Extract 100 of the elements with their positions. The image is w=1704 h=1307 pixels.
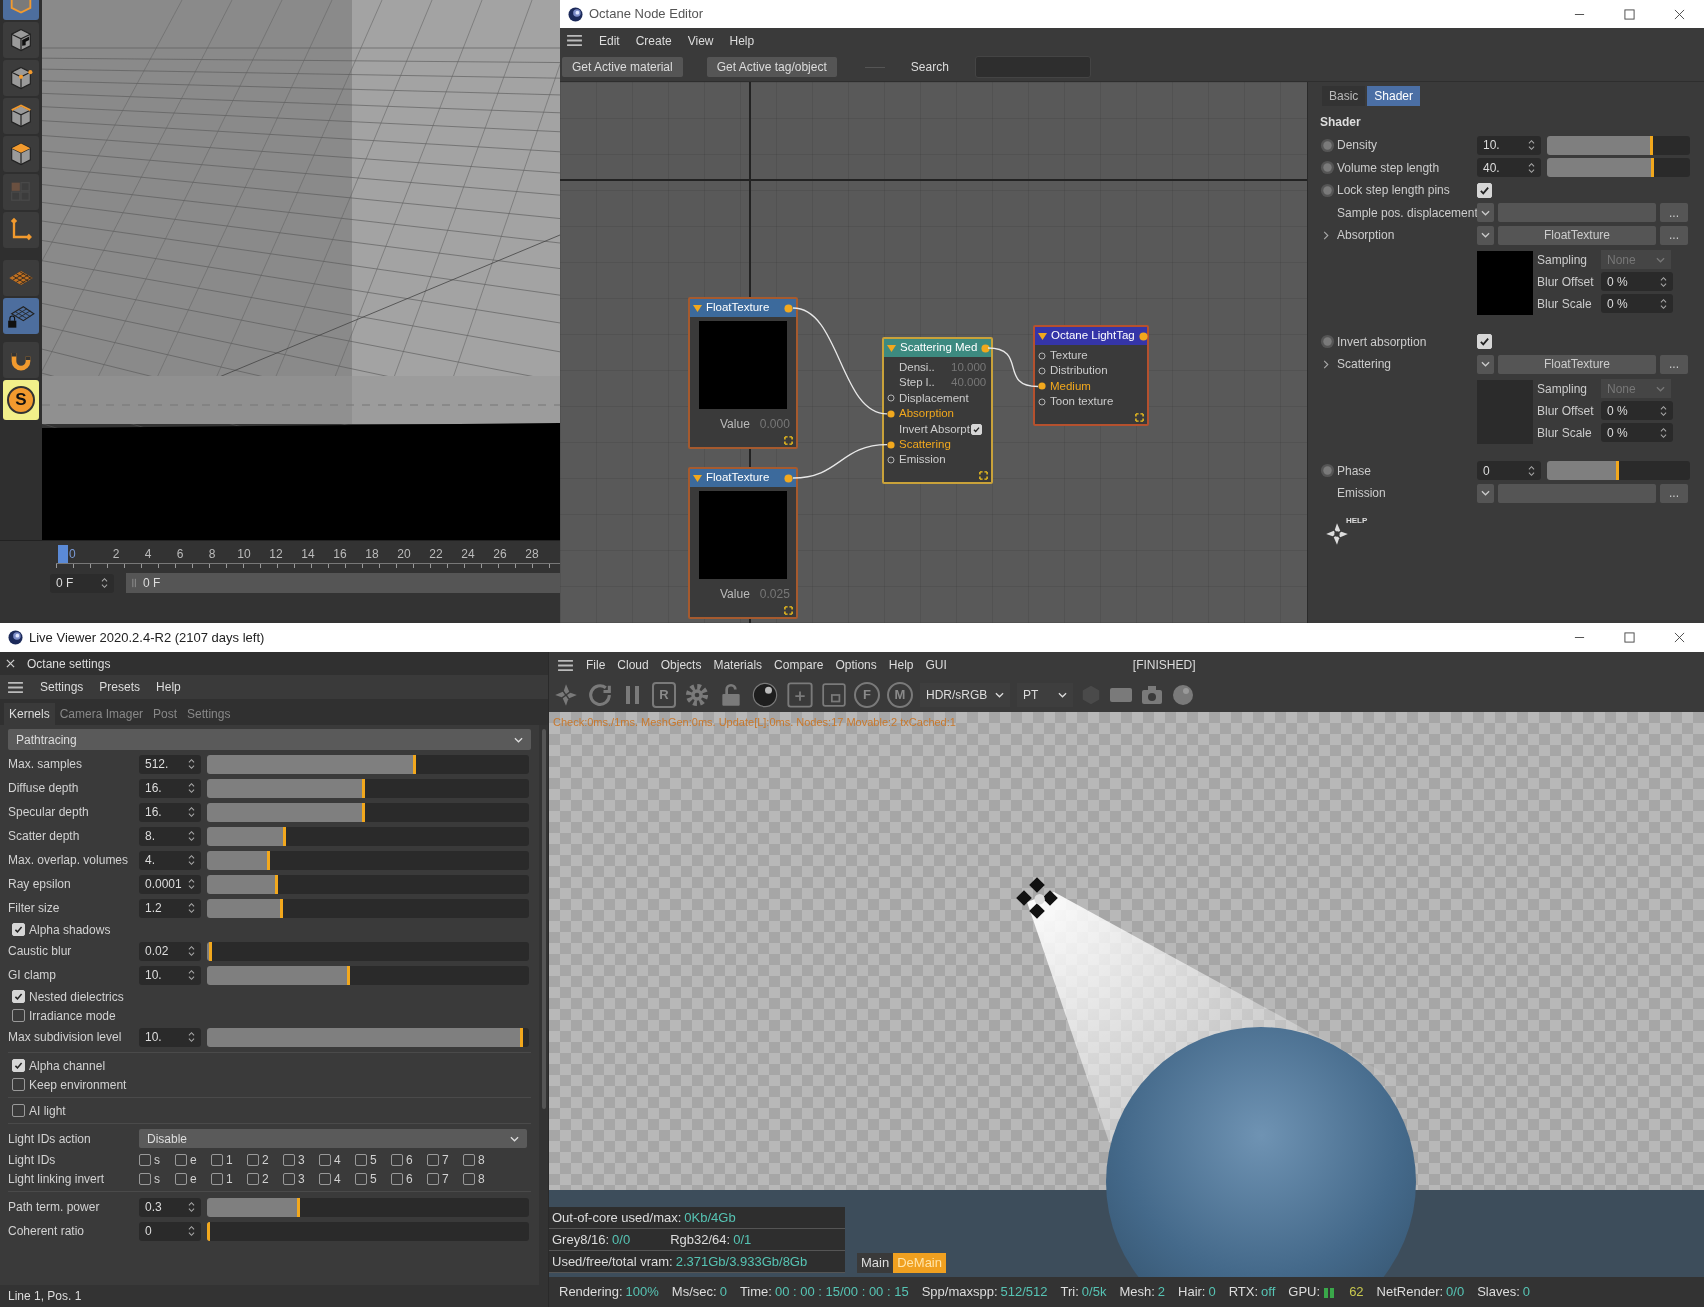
menu-item[interactable]: Help [729,31,755,50]
keyframe-circle-icon[interactable] [1320,182,1335,198]
playhead-marker[interactable] [58,545,68,563]
checkbox[interactable] [319,1153,331,1166]
more-button[interactable]: ... [1660,354,1688,374]
menu-icon[interactable] [557,658,574,672]
input-port-icon[interactable] [887,456,895,465]
slider-track[interactable] [1547,158,1690,177]
node-header[interactable]: FloatTexture [690,299,796,317]
menu-icon[interactable] [566,34,583,47]
texture-link-field[interactable]: FloatTexture [1498,225,1656,245]
menu-item[interactable]: Materials [713,656,763,674]
expand-chevron-icon[interactable] [1323,359,1329,369]
toolbar-button[interactable] [3,22,39,58]
spinner-icon[interactable] [188,878,195,890]
checkbox[interactable] [463,1172,475,1185]
checkbox[interactable] [355,1153,367,1166]
menu-icon[interactable] [7,680,24,694]
expand-chevron-icon[interactable] [1323,230,1329,240]
checkbox[interactable] [12,1078,25,1091]
slider-fill[interactable] [207,754,417,774]
menu-item[interactable]: GUI [925,656,947,674]
checkbox[interactable] [12,1059,25,1072]
tab[interactable]: Basic [1322,86,1366,106]
texture-link-field[interactable]: FloatTexture [1498,354,1656,374]
number-field[interactable]: 0 [1477,461,1541,480]
dropdown-button[interactable] [1477,483,1494,503]
keyframe-circle-icon[interactable] [1320,334,1335,349]
more-button[interactable]: ... [1660,225,1688,245]
slider-fill[interactable] [1547,158,1655,177]
toolbar-button[interactable] [3,298,39,334]
spinner-icon[interactable] [1528,161,1535,174]
menu-item[interactable]: Options [835,656,877,674]
spinner-icon[interactable] [188,758,195,770]
keyframe-circle-icon[interactable] [1320,137,1335,153]
input-port-icon[interactable] [1038,367,1046,376]
spinner-icon[interactable] [1660,297,1667,310]
slider-fill[interactable] [207,965,351,985]
checkbox[interactable] [12,990,25,1003]
dropdown[interactable]: Pathtracing [8,729,531,750]
dropdown-button[interactable] [1477,354,1494,374]
slider-fill[interactable] [207,802,365,822]
checkbox[interactable] [175,1172,187,1185]
node-header[interactable]: Scattering Med [884,339,991,357]
slider-track[interactable] [207,1221,529,1241]
checkbox[interactable] [463,1153,475,1166]
slider-fill[interactable] [207,1221,210,1241]
toolbar-button[interactable]: Get Active tag/object [706,57,837,77]
slider-track[interactable] [207,965,529,985]
checkbox[interactable] [391,1153,403,1166]
checkbox[interactable] [1477,334,1492,349]
dropdown[interactable]: HDR/sRGB [920,683,1010,707]
texture-link-field[interactable] [1498,203,1656,222]
spinner-icon[interactable] [1660,275,1667,288]
spinner-icon[interactable] [101,577,108,589]
number-field[interactable]: 0 F [50,573,114,593]
slider-track[interactable] [207,826,529,846]
menu-item[interactable]: Cloud [617,656,649,674]
slider-track[interactable] [207,1197,529,1217]
checkbox[interactable] [427,1153,439,1166]
slider-track[interactable] [207,802,529,822]
tab[interactable]: Kernels [4,703,55,725]
spinner-icon[interactable] [188,945,195,957]
slider-fill[interactable] [207,1197,301,1217]
menu-item[interactable]: Settings [40,678,84,696]
input-port-icon[interactable] [887,394,895,403]
toolbar-button[interactable] [3,60,39,96]
keyframe-circle-icon[interactable] [1320,160,1335,175]
scrollbar-thumb[interactable] [541,729,546,1109]
number-field[interactable]: 0.02 [139,941,201,961]
slider-track[interactable] [207,941,529,961]
slider-fill[interactable] [207,941,212,961]
checkbox[interactable] [1477,182,1492,198]
toolbar-button[interactable] [3,212,39,248]
menu-item[interactable]: Create [635,31,672,50]
input-port-icon[interactable] [887,409,895,418]
slider-fill[interactable] [207,874,278,894]
number-field[interactable]: 8. [139,826,201,846]
input-port-icon[interactable] [1038,397,1046,406]
slider-fill[interactable] [1547,461,1619,480]
close-icon[interactable] [6,659,15,668]
toolbar-button[interactable] [3,98,39,134]
node-card[interactable]: Scattering Med Densi.. 10.000 Step l.. 40.000 Displacement Absorption Invert Absorpt Scattering Emission [882,337,993,484]
input-port-icon[interactable] [887,440,895,449]
node-header[interactable]: FloatTexture [690,469,796,487]
tab[interactable]: Camera Imager [54,703,149,725]
number-field[interactable]: 16. [139,778,201,798]
checkbox[interactable] [247,1172,259,1185]
checkbox[interactable] [319,1172,331,1185]
tab[interactable]: Shader [1367,86,1421,106]
frame-bar[interactable]: 0 F [126,573,560,593]
spinner-icon[interactable] [1528,139,1535,151]
slider-fill[interactable] [207,826,286,846]
output-port-icon[interactable] [1138,331,1148,341]
checkbox[interactable] [175,1153,187,1166]
number-field[interactable]: 40. [1477,158,1541,177]
spinner-icon[interactable] [1660,404,1667,417]
node-card[interactable]: Octane LightTag Texture Distribution Medium Toon texture [1033,325,1149,426]
spinner-icon[interactable] [188,1225,195,1237]
checkbox[interactable] [12,1104,25,1117]
